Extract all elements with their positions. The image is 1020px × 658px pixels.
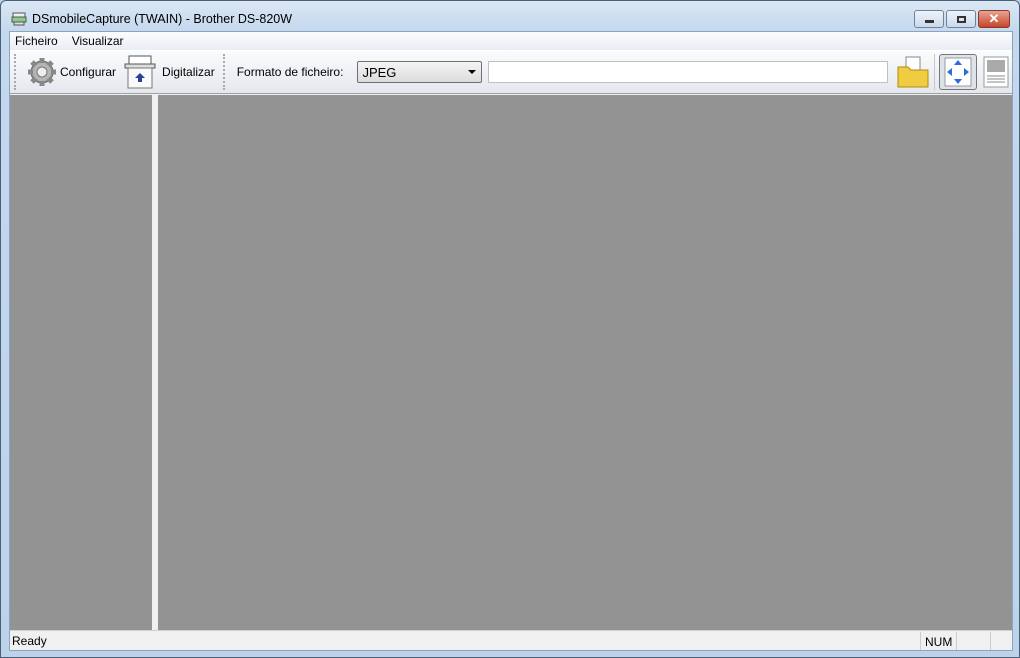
title-bar: DSmobileCapture (TWAIN) - Brother DS-820…	[11, 10, 292, 28]
preview-pane[interactable]	[158, 95, 1012, 631]
resize-grip[interactable]	[990, 631, 1012, 650]
status-pane	[956, 631, 990, 650]
scan-button[interactable]: Digitalizar	[120, 54, 219, 90]
toolbar: Configurar Digitalizar Formato de fichei…	[10, 50, 1012, 94]
menu-bar: Ficheiro Visualizar	[10, 32, 1012, 50]
maximize-button[interactable]	[946, 10, 976, 28]
fit-arrows-icon	[944, 57, 972, 87]
scanner-app-icon	[11, 12, 27, 26]
content-area	[10, 95, 1012, 631]
thumbnail-pane[interactable]	[10, 95, 152, 631]
window-frame: DSmobileCapture (TWAIN) - Brother DS-820…	[0, 0, 1020, 658]
scan-label: Digitalizar	[162, 65, 215, 79]
chevron-down-icon	[468, 70, 477, 74]
save-path-input[interactable]	[488, 61, 889, 83]
folder-icon[interactable]	[896, 55, 930, 89]
status-text: Ready	[12, 633, 47, 648]
num-lock-indicator: NUM	[920, 631, 956, 650]
scanner-icon	[124, 55, 156, 89]
format-label: Formato de ficheiro:	[236, 65, 344, 79]
menu-visualizar[interactable]: Visualizar	[67, 32, 133, 50]
format-select[interactable]: JPEG	[357, 61, 483, 83]
configure-label: Configurar	[60, 65, 117, 79]
fit-to-window-button[interactable]	[939, 54, 978, 90]
menu-ficheiro[interactable]: Ficheiro	[10, 32, 67, 50]
minimize-button[interactable]	[914, 10, 944, 28]
page-view-icon[interactable]	[983, 56, 1009, 88]
toolbar-grip[interactable]	[14, 54, 18, 90]
status-bar: Ready NUM	[10, 630, 1012, 650]
toolbar-grip[interactable]	[222, 54, 227, 90]
close-button[interactable]: ✕	[978, 10, 1010, 28]
format-value: JPEG	[362, 64, 397, 80]
window-title: DSmobileCapture (TWAIN) - Brother DS-820…	[32, 12, 293, 26]
configure-button[interactable]: Configurar	[22, 54, 120, 90]
gear-icon	[28, 58, 56, 86]
